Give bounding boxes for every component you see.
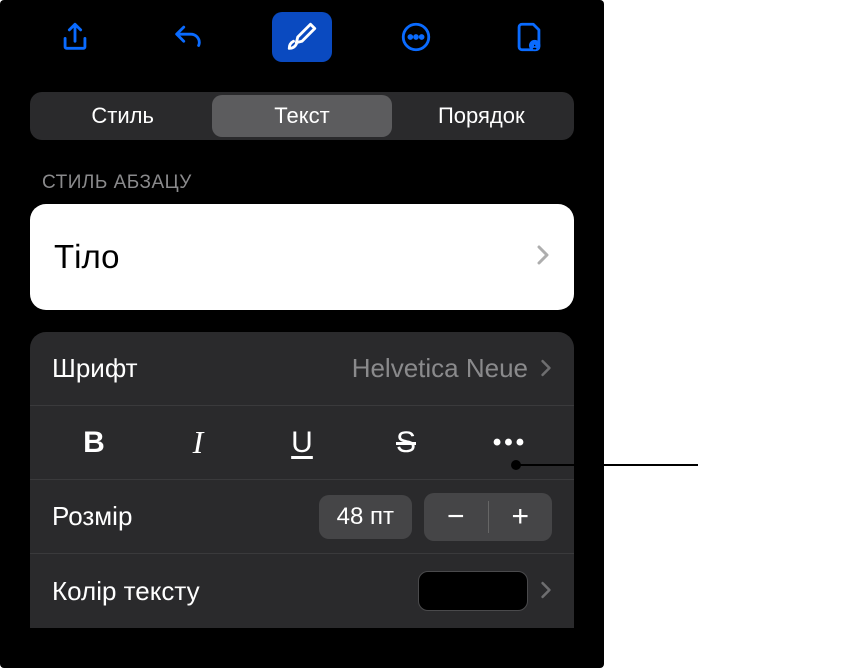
font-row[interactable]: Шрифт Helvetica Neue [30, 332, 574, 406]
tab-arrange[interactable]: Порядок [392, 95, 571, 137]
share-button[interactable] [45, 12, 105, 62]
more-icon [399, 20, 433, 54]
share-icon [58, 20, 92, 54]
paragraph-style-label: СТИЛЬ АБЗАЦУ [42, 172, 562, 194]
size-increase-button[interactable]: + [489, 493, 553, 541]
more-button[interactable] [386, 12, 446, 62]
size-row: Розмір 48 пт − + [30, 480, 574, 554]
chevron-right-icon [540, 575, 552, 607]
brush-icon [285, 20, 319, 54]
undo-icon [171, 20, 205, 54]
text-color-row[interactable]: Колір тексту [30, 554, 574, 628]
document-icon [512, 20, 546, 54]
font-name: Helvetica Neue [352, 353, 528, 384]
italic-button[interactable]: I [146, 406, 250, 479]
size-stepper: − + [424, 493, 552, 541]
format-panel: Стиль Текст Порядок СТИЛЬ АБЗАЦУ Тіло Шр… [0, 0, 604, 668]
paragraph-style-selector[interactable]: Тіло [30, 204, 574, 310]
format-buttons-row: B I U S ••• [30, 406, 574, 480]
text-color-label: Колір тексту [52, 576, 418, 607]
font-label: Шрифт [52, 353, 352, 384]
tab-segmented-control: Стиль Текст Порядок [30, 92, 574, 140]
more-text-options-button[interactable]: ••• [458, 406, 562, 479]
chevron-right-icon [536, 241, 550, 273]
color-swatch[interactable] [418, 571, 528, 611]
size-decrease-button[interactable]: − [424, 493, 488, 541]
size-label: Розмір [52, 501, 319, 532]
size-value[interactable]: 48 пт [319, 495, 412, 539]
format-button[interactable] [272, 12, 332, 62]
top-toolbar [0, 0, 604, 74]
document-button[interactable] [499, 12, 559, 62]
paragraph-style-value: Тіло [54, 238, 119, 276]
bold-button[interactable]: B [42, 406, 146, 479]
underline-button[interactable]: U [250, 406, 354, 479]
tab-style[interactable]: Стиль [33, 95, 212, 137]
callout-line [516, 464, 698, 466]
font-section: Шрифт Helvetica Neue B I U S ••• Розмір … [30, 332, 574, 628]
undo-button[interactable] [158, 12, 218, 62]
strikethrough-button[interactable]: S [354, 406, 458, 479]
chevron-right-icon [540, 353, 552, 385]
tab-text[interactable]: Текст [212, 95, 391, 137]
